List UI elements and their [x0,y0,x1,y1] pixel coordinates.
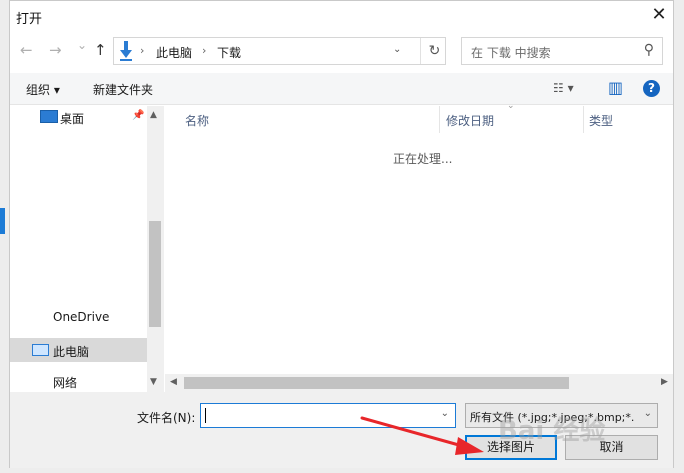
download-folder-icon [119,40,133,62]
scroll-left-icon[interactable]: ◀ [170,377,177,387]
dialog-title: 打开 [16,12,43,27]
help-icon[interactable]: ? [643,80,660,97]
address-bar[interactable]: › 此电脑 › 下载 ⌄ ↻ [113,37,446,65]
refresh-icon[interactable]: ↻ [420,38,448,64]
search-box[interactable]: 在 下载 中搜索 ⚲ [461,37,663,65]
search-icon[interactable]: ⚲ [644,42,654,58]
breadcrumb-separator: › [202,44,207,57]
sidebar-item-desktop[interactable]: 桌面 📌 [10,106,147,128]
breadcrumb-separator: › [140,44,145,57]
column-divider[interactable] [439,106,440,133]
scroll-right-icon[interactable]: ▶ [661,377,668,387]
search-placeholder: 在 下载 中搜索 [471,46,551,60]
desktop-icon [40,110,58,123]
sidebar-item-label: 桌面 [60,112,85,126]
text-caret [205,408,206,423]
view-options-icon[interactable]: ☷ ▾ [553,81,574,95]
column-header-date[interactable]: 修改日期 [446,112,494,129]
background-left-strip [0,0,9,473]
navigation-pane: 桌面 📌 OneDrive 此电脑 网络 [10,106,164,392]
sidebar-item-network[interactable]: 网络 [10,370,147,392]
file-list-horizontal-scrollbar[interactable]: ◀ ▶ [165,374,673,392]
new-folder-button[interactable]: 新建文件夹 [93,81,153,98]
back-arrow-icon[interactable]: ← [20,41,33,59]
background-bottom-strip [0,468,684,473]
background-window-accent [0,208,5,234]
address-dropdown-icon[interactable]: ⌄ [393,44,401,55]
column-header-type[interactable]: 类型 [589,112,613,129]
background-right-strip [674,0,684,473]
breadcrumb-this-pc[interactable]: 此电脑 [156,44,192,61]
sidebar-item-label: 此电脑 [53,345,90,359]
sidebar-item-this-pc[interactable]: 此电脑 [10,338,147,362]
recent-locations-icon[interactable]: ⌄ [77,38,87,52]
filename-label: 文件名(N): [137,411,196,425]
breadcrumb-downloads[interactable]: 下载 [217,44,241,61]
sort-indicator-icon: ⌄ [507,101,515,111]
column-divider[interactable] [583,106,584,133]
computer-icon [32,344,49,356]
red-arrow-annotation [360,416,484,455]
preview-pane-icon[interactable]: ▥ [608,78,623,97]
column-header-name[interactable]: 名称 [185,112,209,129]
sidebar-item-label: OneDrive [53,310,110,324]
file-list: 名称 修改日期 ⌄ 类型 正在处理... [165,101,673,392]
scrollbar-thumb[interactable] [184,377,569,389]
sidebar-item-label: 网络 [53,376,78,390]
navigation-scrollbar[interactable]: ▲ ▼ [147,106,164,392]
scroll-up-icon[interactable]: ▲ [150,110,157,120]
close-icon[interactable]: ✕ [645,2,673,28]
loading-status: 正在处理... [393,152,453,166]
scroll-down-icon[interactable]: ▼ [150,377,157,387]
forward-arrow-icon[interactable]: → [49,41,62,59]
pin-icon[interactable]: 📌 [132,110,144,121]
sidebar-item-onedrive[interactable]: OneDrive [10,306,147,328]
up-arrow-icon[interactable]: ↑ [94,41,107,59]
scrollbar-thumb[interactable] [149,221,161,327]
organize-menu-button[interactable]: 组织 ▾ [26,81,60,98]
watermark: Bai 经验 [498,416,606,446]
command-toolbar: 组织 ▾ 新建文件夹 ☷ ▾ ▥ ? [10,73,673,105]
chevron-down-icon[interactable]: ⌄ [644,408,652,419]
